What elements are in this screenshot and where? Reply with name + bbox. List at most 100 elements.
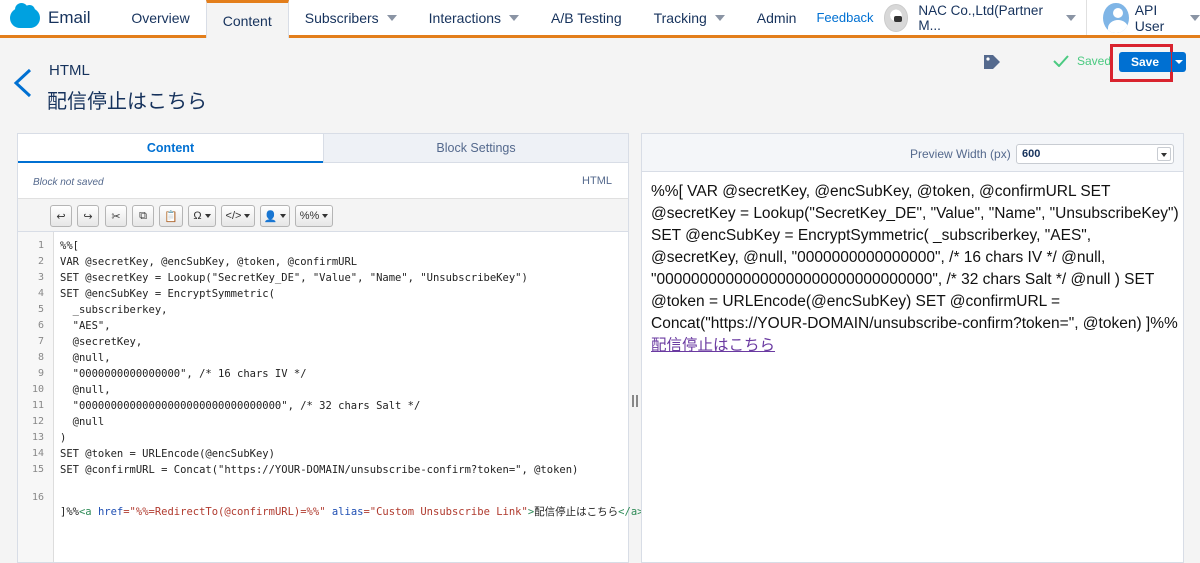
editor-mode-label: HTML <box>582 175 612 187</box>
line-number: 4 <box>37 288 44 299</box>
back-arrow-icon[interactable] <box>12 68 34 98</box>
code-editor[interactable]: 1 %%[ 2 VAR @secretKey, @encSubKey, @token,… <box>18 232 644 562</box>
code-text: @null, <box>60 384 111 396</box>
tab-label: Tracking <box>653 9 707 26</box>
content-editor-panel: Content Block Settings Block not saved H… <box>17 133 644 563</box>
percent-icon: %% <box>299 210 320 222</box>
tab-content-editor[interactable]: Content <box>18 134 323 163</box>
chevron-down-icon <box>1157 147 1171 161</box>
chevron-down-icon <box>714 14 725 21</box>
code-text: "00000000000000000000000000000000", /* 3… <box>60 400 421 412</box>
special-character-button[interactable]: Ω <box>188 205 216 227</box>
page-title: 配信停止はこちら <box>47 91 207 113</box>
omega-icon: Ω <box>193 210 202 222</box>
tag-icon[interactable] <box>982 53 1002 71</box>
tab-label: Content <box>222 12 272 29</box>
code-text: %%[ <box>60 240 79 252</box>
code-text: ]%%<a href="%%=RedirectTo(@confirmURL)=%… <box>60 506 644 518</box>
tab-admin[interactable]: Admin <box>741 0 813 35</box>
chevron-down-icon <box>1066 14 1077 21</box>
save-options-dropdown[interactable] <box>1172 52 1186 72</box>
code-text: ) <box>60 432 67 444</box>
salesforce-cloud-icon <box>10 2 40 28</box>
tab-tracking[interactable]: Tracking <box>638 0 741 35</box>
editor-tabs: Content Block Settings <box>18 134 628 163</box>
redo-button[interactable]: ↪ <box>77 205 99 227</box>
code-text: SET @token = URLEncode(@encSubKey) <box>60 448 275 460</box>
tab-label: Interactions <box>428 9 502 26</box>
chevron-down-icon <box>386 14 397 21</box>
line-number: 5 <box>37 304 44 315</box>
code-text: "0000000000000000", /* 16 chars IV */ <box>60 368 307 380</box>
chevron-down-icon <box>280 214 287 218</box>
saved-text: Saved <box>1077 54 1112 68</box>
save-button[interactable]: Save <box>1119 52 1171 72</box>
code-text: SET @secretKey = Lookup("SecretKey_DE", … <box>60 272 528 284</box>
copy-icon: ⧉ <box>139 209 147 222</box>
scissors-icon: ✂ <box>111 210 121 223</box>
chevron-down-icon <box>244 214 251 218</box>
preview-width-bar: Preview Width (px) 600 <box>642 134 1183 172</box>
paste-button[interactable]: 📋 <box>159 205 183 227</box>
line-number: 8 <box>37 352 44 363</box>
tab-ab-testing[interactable]: A/B Testing <box>535 0 638 35</box>
chevron-down-icon <box>1189 14 1200 21</box>
code-icon: </> <box>225 210 242 222</box>
line-number: 13 <box>31 432 44 443</box>
tab-label: Admin <box>756 9 797 26</box>
code-snippet-button[interactable]: </> <box>221 205 255 227</box>
line-number: 1 <box>37 240 44 251</box>
line-number: 9 <box>37 368 44 379</box>
chevron-down-icon <box>204 214 211 218</box>
line-number: 7 <box>37 336 44 347</box>
user-avatar-icon <box>1103 2 1129 33</box>
tab-subscribers[interactable]: Subscribers <box>289 0 413 35</box>
pane-resize-handle[interactable] <box>630 395 640 407</box>
undo-button[interactable]: ↩ <box>50 205 72 227</box>
tab-label: Subscribers <box>304 9 379 26</box>
personalization-button[interactable]: 👤 <box>260 205 290 227</box>
check-icon <box>1053 55 1069 67</box>
org-name: NAC Co.,Ltd(Partner M... <box>918 2 1043 33</box>
block-status: Block not saved <box>33 177 104 188</box>
chevron-down-icon <box>322 214 329 218</box>
org-switcher[interactable]: NAC Co.,Ltd(Partner M... <box>918 0 1077 35</box>
tab-content[interactable]: Content <box>205 0 289 38</box>
code-text: "AES", <box>60 320 111 332</box>
line-number: 16 <box>31 492 44 503</box>
cut-button[interactable]: ✂ <box>105 205 127 227</box>
preview-width-select[interactable]: 600 <box>1016 144 1174 164</box>
line-number: 3 <box>37 272 44 283</box>
tab-overview[interactable]: Overview <box>115 0 205 35</box>
app-brand[interactable]: Email <box>0 0 115 35</box>
unsubscribe-link[interactable]: 配信停止はこちら <box>651 337 775 354</box>
line-number: 14 <box>31 448 44 459</box>
user-menu[interactable]: API User <box>1086 0 1200 35</box>
line-number: 10 <box>31 384 44 395</box>
redo-icon: ↪ <box>83 210 93 223</box>
line-number: 15 <box>31 464 44 475</box>
tab-interactions[interactable]: Interactions <box>413 0 535 35</box>
copy-button[interactable]: ⧉ <box>132 205 154 227</box>
saved-status: Saved <box>1053 54 1111 68</box>
line-number: 11 <box>31 400 44 411</box>
preview-panel: Preview Width (px) 600 %%[ VAR @secretKe… <box>641 133 1184 563</box>
line-number: 6 <box>37 320 44 331</box>
code-text: _subscriberkey, <box>60 304 168 316</box>
code-text: SET @encSubKey = EncryptSymmetric( <box>60 288 275 300</box>
paste-icon: 📋 <box>164 210 178 223</box>
user-name: API User <box>1134 1 1165 34</box>
undo-icon: ↩ <box>56 210 66 223</box>
chevron-down-icon <box>509 14 520 21</box>
line-number: 2 <box>37 256 44 267</box>
code-line: 16 ]%%<a href="%%=RedirectTo(@confirmURL… <box>18 480 644 518</box>
feedback-link[interactable]: Feedback <box>812 0 883 35</box>
person-icon: 👤 <box>263 210 278 223</box>
editor-toolbar: ↩ ↪ ✂ ⧉ 📋 Ω </> 👤 %% <box>18 198 628 232</box>
org-avatar <box>883 3 909 32</box>
ampscript-button[interactable]: %% <box>295 205 333 227</box>
line-number: 12 <box>31 416 44 427</box>
code-text: VAR @secretKey, @encSubKey, @token, @con… <box>60 256 358 268</box>
code-text: @null <box>60 416 105 428</box>
tab-block-settings[interactable]: Block Settings <box>323 134 628 163</box>
